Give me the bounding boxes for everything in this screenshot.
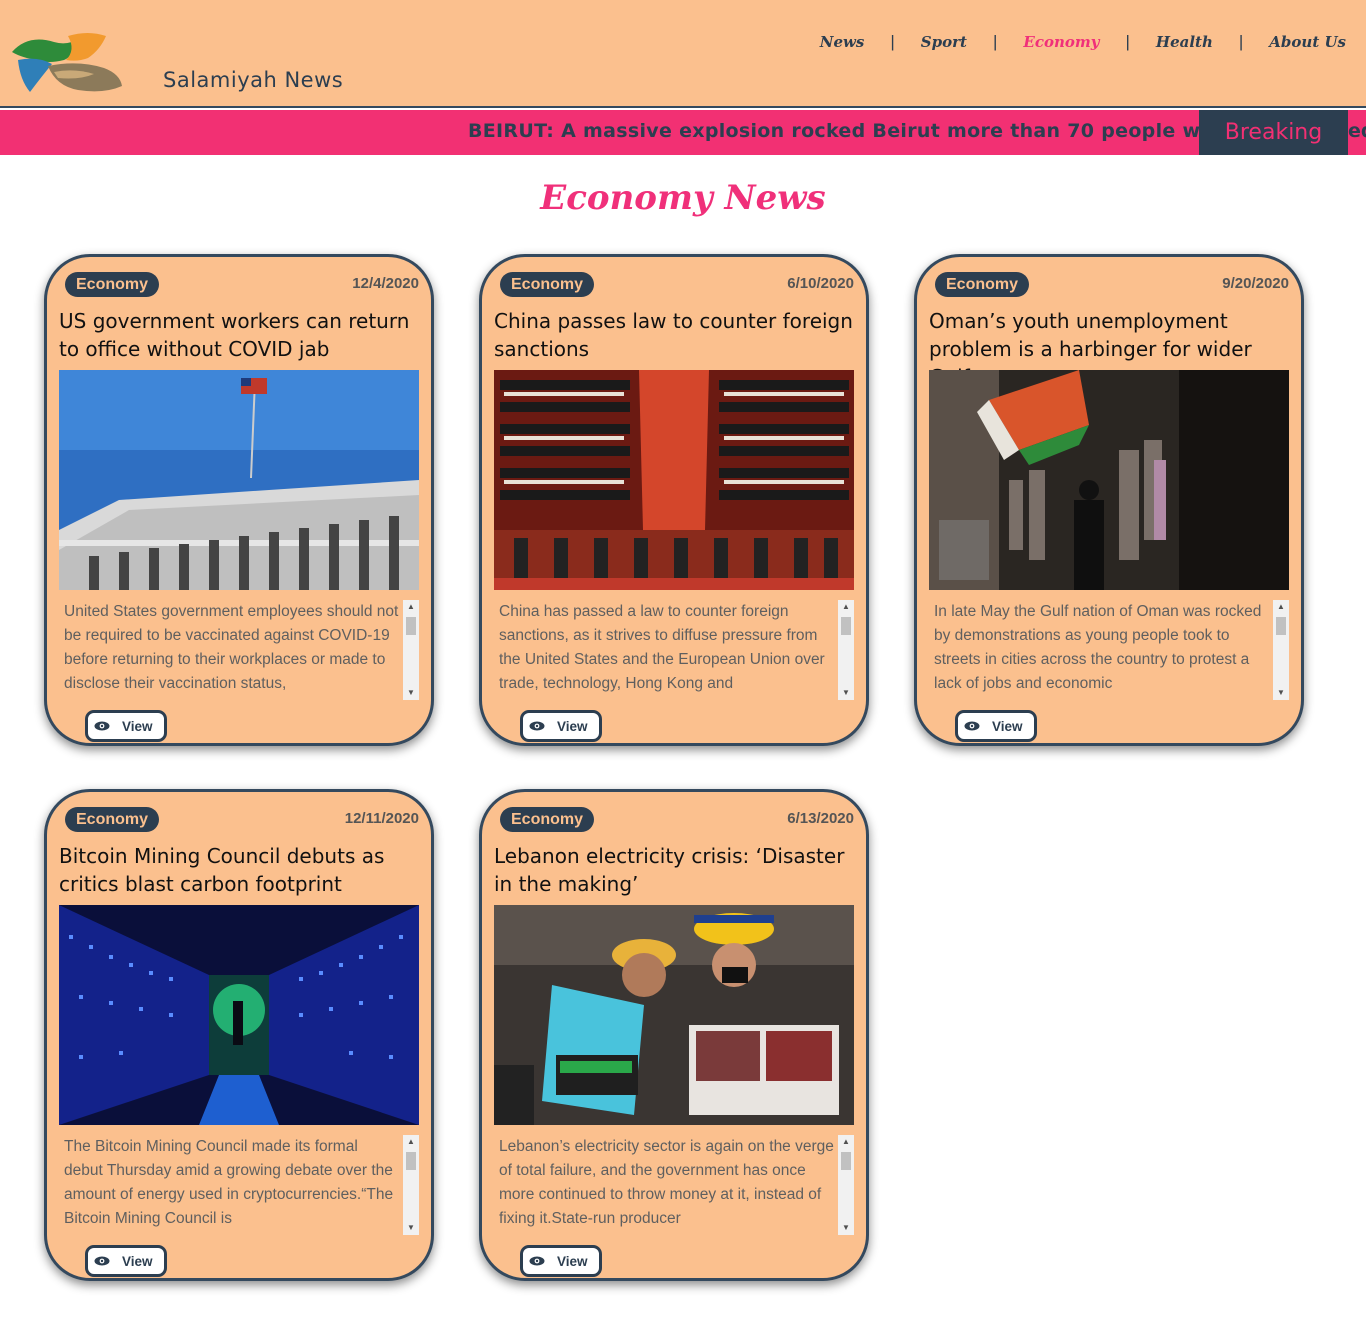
article-title: Lebanon electricity crisis: ‘Disaster in… xyxy=(494,844,845,896)
scroll-up-icon[interactable]: ▲ xyxy=(838,1135,854,1149)
view-button-label: View xyxy=(122,718,153,734)
scroll-down-icon[interactable]: ▼ xyxy=(403,1221,419,1235)
view-button[interactable]: View xyxy=(520,710,602,742)
nav-separator: | xyxy=(992,32,998,51)
article-image xyxy=(494,370,854,590)
article-description: China has passed a law to counter foreig… xyxy=(499,603,825,692)
category-badge: Economy xyxy=(500,272,595,297)
nav-separator: | xyxy=(1125,32,1130,51)
article-image xyxy=(929,370,1289,590)
eye-icon xyxy=(94,1256,110,1266)
article-title: US government workers can return to offi… xyxy=(59,309,410,361)
scroll-down-icon[interactable]: ▼ xyxy=(838,686,854,700)
article-date: 6/10/2020 xyxy=(787,275,854,292)
article-description: Lebanon’s electricity sector is again on… xyxy=(499,1138,834,1227)
ticker-headline[interactable]: BEIRUT: A massive explosion rocked Beiru… xyxy=(468,120,1304,142)
nav-sport[interactable]: Sport xyxy=(921,33,967,51)
scrollbar-thumb[interactable] xyxy=(1276,617,1286,635)
breaking-label: Breaking xyxy=(1199,110,1348,155)
article-date: 9/20/2020 xyxy=(1222,275,1289,292)
site-brand-name: Salamiyah News xyxy=(163,68,344,92)
scrollbar-thumb[interactable] xyxy=(406,1152,416,1170)
scrollbar-thumb[interactable] xyxy=(841,1152,851,1170)
view-button[interactable]: View xyxy=(520,1245,602,1277)
eye-icon xyxy=(529,721,545,731)
view-button-label: View xyxy=(557,1253,588,1269)
category-badge: Economy xyxy=(935,272,1030,297)
nav-health[interactable]: Health xyxy=(1156,33,1213,51)
article-date: 6/13/2020 xyxy=(787,810,854,827)
site-header: Salamiyah News News | Sport | Economy | … xyxy=(0,0,1366,108)
page-title: Economy News xyxy=(540,178,826,218)
article-title: China passes law to counter foreign sanc… xyxy=(494,309,853,361)
article-image xyxy=(59,370,419,590)
article-description-box[interactable]: Lebanon’s electricity sector is again on… xyxy=(494,1135,854,1235)
nav-separator: | xyxy=(890,32,895,51)
article-description-box[interactable]: United States government employees shoul… xyxy=(59,600,419,700)
site-logo[interactable] xyxy=(8,30,124,100)
scroll-up-icon[interactable]: ▲ xyxy=(838,600,854,614)
description-scrollbar[interactable]: ▲ ▼ xyxy=(838,600,854,700)
view-button[interactable]: View xyxy=(85,1245,167,1277)
eye-icon xyxy=(94,721,110,731)
nav-about-us[interactable]: About Us xyxy=(1269,33,1346,51)
category-badge: Economy xyxy=(65,807,160,832)
article-title: Oman’s youth unemployment problem is a h… xyxy=(929,309,1252,371)
article-description-box[interactable]: In late May the Gulf nation of Oman was … xyxy=(929,600,1289,700)
scroll-down-icon[interactable]: ▼ xyxy=(1273,686,1289,700)
news-card: Economy 6/13/2020 Lebanon electricity cr… xyxy=(479,789,869,1281)
view-button-label: View xyxy=(122,1253,153,1269)
nav-news[interactable]: News xyxy=(820,33,865,51)
scroll-up-icon[interactable]: ▲ xyxy=(403,1135,419,1149)
ticker-headline-tail: ed xyxy=(1348,120,1366,142)
scroll-up-icon[interactable]: ▲ xyxy=(403,600,419,614)
view-button[interactable]: View xyxy=(955,710,1037,742)
article-date: 12/4/2020 xyxy=(352,275,419,292)
article-image xyxy=(59,905,419,1125)
article-date: 12/11/2020 xyxy=(344,810,419,827)
view-button-label: View xyxy=(992,718,1023,734)
category-badge: Economy xyxy=(65,272,160,297)
scrollbar-thumb[interactable] xyxy=(406,617,416,635)
news-card: Economy 12/11/2020 Bitcoin Mining Counci… xyxy=(44,789,434,1281)
eye-icon xyxy=(964,721,980,731)
scroll-up-icon[interactable]: ▲ xyxy=(1273,600,1289,614)
article-description-box[interactable]: China has passed a law to counter foreig… xyxy=(494,600,854,700)
article-description: The Bitcoin Mining Council made its form… xyxy=(64,1138,394,1227)
nav-separator: | xyxy=(1238,32,1244,51)
description-scrollbar[interactable]: ▲ ▼ xyxy=(838,1135,854,1235)
description-scrollbar[interactable]: ▲ ▼ xyxy=(1273,600,1289,700)
scroll-down-icon[interactable]: ▼ xyxy=(403,686,419,700)
scrollbar-thumb[interactable] xyxy=(841,617,851,635)
view-button[interactable]: View xyxy=(85,710,167,742)
main-nav: News | Sport | Economy | Health | About … xyxy=(820,32,1346,52)
article-description-box[interactable]: The Bitcoin Mining Council made its form… xyxy=(59,1135,419,1235)
eye-icon xyxy=(529,1256,545,1266)
article-title: Bitcoin Mining Council debuts as critics… xyxy=(59,844,385,896)
nav-economy[interactable]: Economy xyxy=(1023,33,1099,51)
article-description: In late May the Gulf nation of Oman was … xyxy=(934,603,1262,692)
breaking-news-ticker: BEIRUT: A massive explosion rocked Beiru… xyxy=(0,110,1366,155)
description-scrollbar[interactable]: ▲ ▼ xyxy=(403,1135,419,1235)
view-button-label: View xyxy=(557,718,588,734)
news-card: Economy 12/4/2020 US government workers … xyxy=(44,254,434,746)
article-image xyxy=(494,905,854,1125)
news-card: Economy 9/20/2020 Oman’s youth unemploym… xyxy=(914,254,1304,746)
description-scrollbar[interactable]: ▲ ▼ xyxy=(403,600,419,700)
scroll-down-icon[interactable]: ▼ xyxy=(838,1221,854,1235)
article-description: United States government employees shoul… xyxy=(64,603,399,692)
category-badge: Economy xyxy=(500,807,595,832)
news-card: Economy 6/10/2020 China passes law to co… xyxy=(479,254,869,746)
